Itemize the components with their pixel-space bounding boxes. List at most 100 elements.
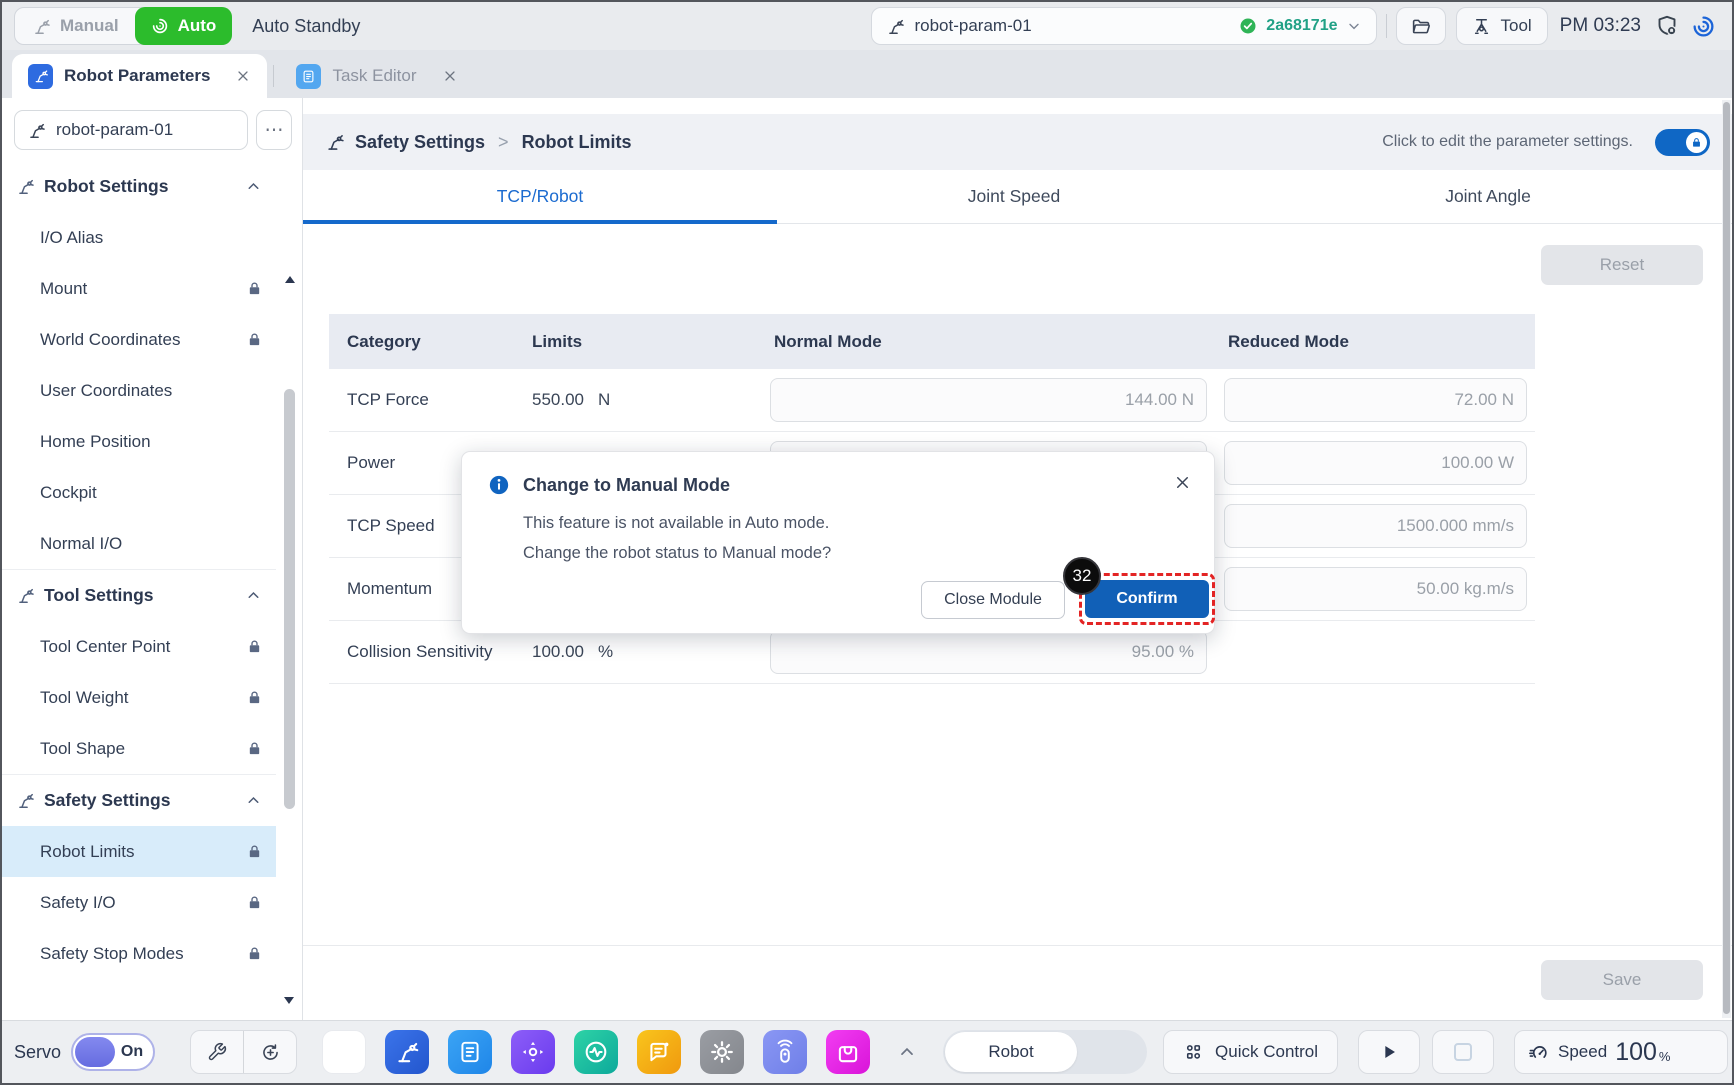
normal-mode-input[interactable]: 144.00 N bbox=[770, 378, 1207, 422]
dock-app-task-editor[interactable] bbox=[448, 1030, 492, 1074]
quick-control-button[interactable]: Quick Control bbox=[1163, 1030, 1338, 1074]
robot-status-text: Auto Standby bbox=[252, 16, 360, 37]
sidebar-item-robot-limits[interactable]: Robot Limits bbox=[2, 826, 276, 877]
reduced-mode-input[interactable]: 50.00 kg.m/s bbox=[1224, 567, 1527, 611]
tab-robot-parameters[interactable]: Robot Parameters bbox=[12, 54, 267, 98]
confirm-annotation-box: Confirm 32 bbox=[1079, 573, 1215, 625]
open-file-button[interactable] bbox=[1396, 7, 1446, 45]
auto-mode-button[interactable]: Auto bbox=[135, 7, 233, 45]
document-tab-strip: Robot Parameters Task Editor bbox=[2, 50, 1732, 98]
robot-arm-icon bbox=[32, 17, 51, 36]
section-label: Robot Settings bbox=[44, 176, 236, 197]
limits-tab-joint-angle[interactable]: Joint Angle bbox=[1251, 170, 1725, 223]
quick-control-icon bbox=[1183, 1042, 1204, 1063]
close-icon[interactable] bbox=[1173, 473, 1192, 492]
manual-mode-label: Manual bbox=[60, 16, 119, 36]
sidebar-item-tool-center-point[interactable]: Tool Center Point bbox=[2, 621, 276, 672]
limit-cell: 550.00N bbox=[504, 390, 737, 410]
sync-position-button[interactable] bbox=[244, 1031, 296, 1073]
chevron-up-icon[interactable] bbox=[897, 1042, 917, 1062]
wrench-tool-button[interactable] bbox=[191, 1031, 243, 1073]
column-header-category: Category bbox=[329, 332, 504, 352]
tool-button[interactable]: Tool bbox=[1456, 7, 1547, 45]
sidebar-item-world-coordinates[interactable]: World Coordinates bbox=[2, 314, 276, 365]
column-header-limits: Limits bbox=[504, 332, 737, 352]
scroll-up-arrow[interactable] bbox=[285, 276, 295, 283]
robot-selector[interactable]: Robot bbox=[945, 1032, 1077, 1072]
play-icon bbox=[1378, 1041, 1400, 1063]
sidebar-item-tool-shape[interactable]: Tool Shape bbox=[2, 723, 276, 774]
normal-mode-input[interactable]: 95.00 % bbox=[770, 630, 1207, 674]
save-button[interactable]: Save bbox=[1541, 960, 1703, 1000]
more-options-button[interactable]: ⋯ bbox=[256, 110, 292, 150]
safety-shield-icon[interactable] bbox=[1655, 14, 1679, 38]
scrollbar-thumb[interactable] bbox=[284, 389, 295, 809]
sidebar-item-mount[interactable]: Mount bbox=[2, 263, 276, 314]
dock-app-icons bbox=[322, 1030, 870, 1074]
sidebar-section-tool-settings[interactable]: Tool Settings bbox=[2, 569, 276, 621]
close-icon[interactable] bbox=[442, 68, 458, 84]
sidebar-item-home-position[interactable]: Home Position bbox=[2, 416, 276, 467]
sidebar-item-tool-weight[interactable]: Tool Weight bbox=[2, 672, 276, 723]
dialog-message-line2: Change the robot status to Manual mode? bbox=[523, 538, 831, 568]
scrollbar-thumb[interactable] bbox=[1723, 102, 1730, 1014]
robot-icon bbox=[886, 17, 905, 36]
servo-toggle[interactable]: On bbox=[71, 1033, 155, 1071]
sync-plus-icon bbox=[260, 1042, 281, 1063]
info-icon bbox=[488, 474, 510, 496]
limits-tab-joint-speed[interactable]: Joint Speed bbox=[777, 170, 1251, 223]
dock-app-monitor[interactable] bbox=[574, 1030, 618, 1074]
dock-app-log[interactable] bbox=[637, 1030, 681, 1074]
param-file-selector[interactable]: robot-param-01 2a68171e bbox=[871, 7, 1377, 45]
dock-app-settings[interactable] bbox=[700, 1030, 744, 1074]
sidebar-item-i-o-alias[interactable]: I/O Alias bbox=[2, 212, 276, 263]
brand-swirl-icon[interactable] bbox=[1691, 14, 1716, 39]
dock-app-jog[interactable] bbox=[511, 1030, 555, 1074]
section-label: Safety Settings bbox=[44, 790, 236, 811]
speedometer-icon bbox=[1528, 1041, 1550, 1063]
sidebar-item-cockpit[interactable]: Cockpit bbox=[2, 467, 276, 518]
check-icon bbox=[1239, 17, 1257, 35]
edit-lock-toggle[interactable] bbox=[1655, 129, 1710, 156]
sidebar-item-normal-i-o[interactable]: Normal I/O bbox=[2, 518, 276, 569]
breadcrumb-section[interactable]: Safety Settings bbox=[355, 132, 485, 153]
sidebar-scrollbar[interactable] bbox=[283, 274, 296, 1006]
sidebar-item-safety-stop-modes[interactable]: Safety Stop Modes bbox=[2, 928, 276, 979]
home-icon bbox=[331, 1039, 357, 1065]
folder-open-icon bbox=[1411, 16, 1432, 37]
sidebar-section-robot-settings[interactable]: Robot Settings bbox=[2, 160, 276, 212]
dock-app-robot[interactable] bbox=[385, 1030, 429, 1074]
reduced-mode-input[interactable]: 100.00 W bbox=[1224, 441, 1527, 485]
item-label: Safety I/O bbox=[40, 893, 116, 913]
close-icon[interactable] bbox=[235, 68, 251, 84]
dock-app-remote-control[interactable] bbox=[763, 1030, 807, 1074]
dock-app-store[interactable] bbox=[826, 1030, 870, 1074]
stop-button[interactable] bbox=[1432, 1030, 1494, 1074]
sidebar-item-safety-i-o[interactable]: Safety I/O bbox=[2, 877, 276, 928]
sidebar: robot-param-01 ⋯ Robot Settings I/O Alias… bbox=[2, 98, 303, 1020]
limits-tab-tcp-robot[interactable]: TCP/Robot bbox=[303, 170, 777, 223]
reset-button[interactable]: Reset bbox=[1541, 245, 1703, 285]
scroll-down-arrow[interactable] bbox=[284, 997, 294, 1004]
confirm-button[interactable]: Confirm bbox=[1085, 580, 1209, 618]
main-scrollbar[interactable] bbox=[1722, 100, 1731, 1018]
tab-task-editor[interactable]: Task Editor bbox=[280, 54, 500, 98]
reduced-mode-input[interactable]: 1500.000 mm/s bbox=[1224, 504, 1527, 548]
wrench-icon bbox=[207, 1042, 227, 1062]
shopping-bag-icon bbox=[835, 1039, 861, 1065]
divider bbox=[273, 65, 274, 87]
reduced-mode-input[interactable]: 72.00 N bbox=[1224, 378, 1527, 422]
breadcrumb-page: Robot Limits bbox=[522, 132, 632, 153]
close-module-button[interactable]: Close Module bbox=[921, 581, 1065, 619]
speed-value: 100 bbox=[1615, 1038, 1657, 1067]
param-name-field[interactable]: robot-param-01 bbox=[14, 110, 248, 150]
sidebar-section-safety-settings[interactable]: Safety Settings bbox=[2, 774, 276, 826]
speed-control[interactable]: Speed 100 % bbox=[1514, 1030, 1728, 1074]
top-bar: Manual Auto Auto Standby robot-param-01 … bbox=[2, 2, 1732, 50]
param-name-value: robot-param-01 bbox=[56, 120, 173, 140]
sidebar-item-user-coordinates[interactable]: User Coordinates bbox=[2, 365, 276, 416]
play-button[interactable] bbox=[1358, 1030, 1420, 1074]
manual-mode-button[interactable]: Manual bbox=[15, 8, 136, 44]
lock-icon bbox=[247, 332, 262, 347]
dock-app-home[interactable] bbox=[322, 1030, 366, 1074]
